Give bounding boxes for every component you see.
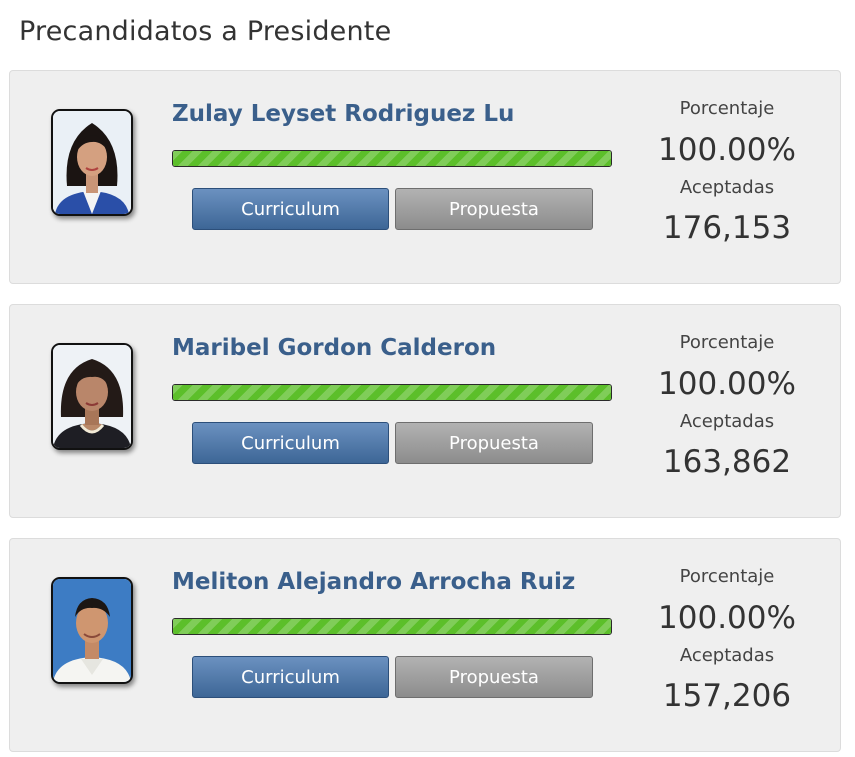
- percentage-label: Porcentaje: [679, 332, 775, 353]
- percentage-value: 100.00%: [658, 366, 796, 402]
- candidate-photo[interactable]: [51, 109, 133, 216]
- progress-fill: [173, 619, 611, 634]
- candidate-card: Maribel Gordon Calderon Curriculum Propu…: [9, 304, 841, 518]
- accepted-value: 176,153: [662, 210, 792, 246]
- accepted-value: 157,206: [662, 678, 792, 714]
- percentage-label: Porcentaje: [679, 566, 775, 587]
- page-title: Precandidatos a Presidente: [19, 16, 392, 47]
- accepted-label: Aceptadas: [679, 411, 775, 432]
- proposal-button[interactable]: Propuesta: [395, 656, 593, 698]
- curriculum-button[interactable]: Curriculum: [192, 656, 389, 698]
- progress-fill: [173, 385, 611, 400]
- candidate-card: Zulay Leyset Rodriguez Lu Curriculum Pro…: [9, 70, 841, 284]
- proposal-button[interactable]: Propuesta: [395, 188, 593, 230]
- percentage-label: Porcentaje: [679, 98, 775, 119]
- curriculum-button[interactable]: Curriculum: [192, 188, 389, 230]
- proposal-button[interactable]: Propuesta: [395, 422, 593, 464]
- candidate-photo[interactable]: [51, 343, 133, 450]
- progress-bar: [172, 150, 612, 167]
- candidate-card: Meliton Alejandro Arrocha Ruiz Curriculu…: [9, 538, 841, 752]
- progress-bar: [172, 384, 612, 401]
- candidate-name[interactable]: Zulay Leyset Rodriguez Lu: [172, 101, 514, 127]
- accepted-value: 163,862: [662, 444, 792, 480]
- candidate-name[interactable]: Maribel Gordon Calderon: [172, 335, 496, 361]
- candidate-photo[interactable]: [51, 577, 133, 684]
- curriculum-button[interactable]: Curriculum: [192, 422, 389, 464]
- candidate-name[interactable]: Meliton Alejandro Arrocha Ruiz: [172, 569, 575, 595]
- percentage-value: 100.00%: [658, 132, 796, 168]
- progress-fill: [173, 151, 611, 166]
- percentage-value: 100.00%: [658, 600, 796, 636]
- accepted-label: Aceptadas: [679, 645, 775, 666]
- accepted-label: Aceptadas: [679, 177, 775, 198]
- progress-bar: [172, 618, 612, 635]
